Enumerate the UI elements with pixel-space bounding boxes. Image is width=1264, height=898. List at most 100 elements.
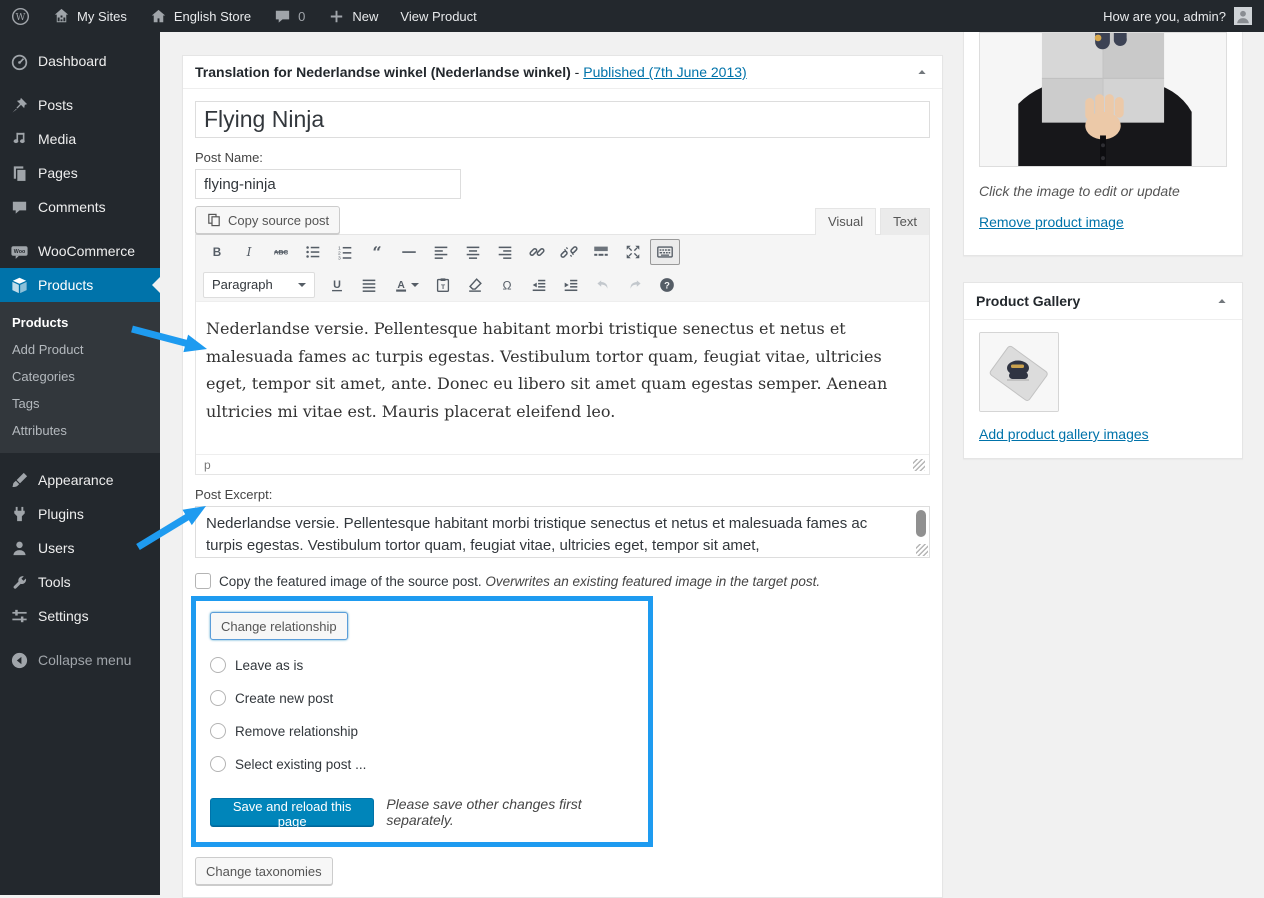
sidebar-item-pages[interactable]: Pages [0, 156, 160, 190]
copy-featured-image-row: Copy the featured image of the source po… [195, 573, 930, 589]
collapse-panel-icon[interactable] [914, 64, 930, 80]
align-center-icon [464, 243, 482, 261]
sidebar-item-posts[interactable]: Posts [0, 88, 160, 122]
admin-menu: Dashboard PostsMediaPagesComments WooWooCo… [0, 32, 160, 895]
admin-bar-my-account[interactable]: How are you, admin? [1091, 0, 1264, 32]
paste-as-text-button[interactable]: T [428, 272, 458, 298]
post-name-input[interactable] [195, 169, 461, 199]
sidebar-item-products[interactable]: Products [0, 268, 160, 302]
copy-featured-image-checkbox[interactable] [195, 573, 211, 589]
save-and-reload-button[interactable]: Save and reload this page [210, 798, 374, 826]
redo-button[interactable] [620, 272, 650, 298]
unlink-icon [560, 243, 578, 261]
paragraph-format-select[interactable]: Paragraph [203, 272, 315, 298]
submenu-item-add-product[interactable]: Add Product [0, 336, 160, 363]
menu-separator [0, 633, 160, 643]
align-center-button[interactable] [458, 239, 488, 265]
kitchen-sink-button[interactable] [650, 239, 680, 265]
horizontal-rule-button[interactable] [394, 239, 424, 265]
relationship-radio-2[interactable] [210, 723, 226, 739]
sidebar-item-collapse-menu[interactable]: Collapse menu [0, 643, 160, 677]
post-name-label: Post Name: [195, 150, 930, 165]
copy-source-post-button[interactable]: Copy source post [195, 206, 340, 234]
collapse-icon [10, 651, 29, 670]
change-taxonomies-button[interactable]: Change taxonomies [195, 857, 333, 885]
special-character-icon: Ω [498, 276, 516, 294]
site-name[interactable]: English Store [138, 0, 262, 32]
comments-shortcut[interactable]: 0 [262, 0, 316, 32]
change-relationship-button[interactable]: Change relationship [210, 612, 348, 640]
justify-button[interactable] [354, 272, 384, 298]
align-left-button[interactable] [426, 239, 456, 265]
title-input[interactable] [195, 101, 930, 138]
more-tag-button[interactable] [586, 239, 616, 265]
clear-formatting-button[interactable] [460, 272, 490, 298]
italic-button[interactable]: I [234, 239, 264, 265]
sidebar-item-woocommerce[interactable]: WooWooCommerce [0, 234, 160, 268]
tools-icon [10, 573, 29, 592]
submenu-item-tags[interactable]: Tags [0, 390, 160, 417]
published-date-link[interactable]: Published (7th June 2013) [583, 64, 746, 80]
bold-button[interactable]: B [202, 239, 232, 265]
undo-button[interactable] [588, 272, 618, 298]
bold-icon: B [208, 243, 226, 261]
add-gallery-images-link[interactable]: Add product gallery images [979, 426, 1149, 442]
submenu-item-attributes[interactable]: Attributes [0, 417, 160, 444]
featured-image-panel: Click the image to edit or update Remove… [963, 32, 1243, 256]
remove-product-image-link[interactable]: Remove product image [979, 214, 1124, 230]
view-product-label: View Product [400, 9, 476, 24]
numbered-list-button[interactable]: 123 [330, 239, 360, 265]
sidebar-item-tools[interactable]: Tools [0, 565, 160, 599]
relationship-option-label: Leave as is [235, 658, 303, 673]
sidebar-item-dashboard[interactable]: Dashboard [0, 44, 160, 78]
unlink-button[interactable] [554, 239, 584, 265]
comment-icon [273, 7, 292, 26]
link-button[interactable] [522, 239, 552, 265]
tab-visual[interactable]: Visual [815, 208, 876, 235]
sidebar-item-plugins[interactable]: Plugins [0, 497, 160, 531]
align-right-button[interactable] [490, 239, 520, 265]
sidebar-item-media[interactable]: Media [0, 122, 160, 156]
tab-text[interactable]: Text [880, 208, 930, 235]
fullscreen-icon [624, 243, 642, 261]
blockquote-button[interactable]: “ [362, 239, 392, 265]
bullet-list-button[interactable] [298, 239, 328, 265]
gallery-thumbnail[interactable] [979, 332, 1059, 412]
editor-element-path: p [204, 458, 211, 472]
new-content[interactable]: New [316, 0, 389, 32]
help-button[interactable]: ? [652, 272, 682, 298]
relationship-radio-1[interactable] [210, 690, 226, 706]
product-featured-image[interactable] [979, 32, 1227, 167]
fullscreen-button[interactable] [618, 239, 648, 265]
submenu-item-products[interactable]: Products [0, 309, 160, 336]
relationship-section: Change relationship Leave as isCreate ne… [191, 596, 653, 847]
comments-shortcut-label: 0 [298, 9, 305, 24]
submenu-item-categories[interactable]: Categories [0, 363, 160, 390]
indent-button[interactable] [556, 272, 586, 298]
outdent-button[interactable] [524, 272, 554, 298]
sidebar-item-users[interactable]: Users [0, 531, 160, 565]
strikethrough-button[interactable]: ABC [266, 239, 296, 265]
relationship-radio-0[interactable] [210, 657, 226, 673]
sidebar-item-settings[interactable]: Settings [0, 599, 160, 633]
post-excerpt-textarea[interactable]: Nederlandse versie. Pellentesque habitan… [195, 506, 930, 558]
excerpt-resize-handle[interactable] [916, 544, 928, 556]
relationship-radio-3[interactable] [210, 756, 226, 772]
sidebar-item-comments[interactable]: Comments [0, 190, 160, 224]
view-product[interactable]: View Product [389, 0, 487, 32]
text-color-button[interactable]: A [386, 272, 426, 298]
special-character-button[interactable]: Ω [492, 272, 522, 298]
underline-button[interactable]: U [322, 272, 352, 298]
scrollbar-thumb[interactable] [916, 510, 926, 537]
svg-text:W: W [16, 12, 26, 23]
editor-resize-handle[interactable] [913, 459, 925, 471]
my-sites[interactable]: My Sites [41, 0, 138, 32]
sidebar-item-appearance[interactable]: Appearance [0, 463, 160, 497]
gallery-collapse-icon[interactable] [1214, 293, 1230, 309]
clear-formatting-icon [466, 276, 484, 294]
dashboard-icon [10, 52, 29, 71]
wordpress-logo[interactable]: W [0, 0, 41, 32]
editor-content[interactable]: Nederlandse versie. Pellentesque habitan… [196, 301, 929, 454]
svg-text:2: 2 [338, 250, 341, 256]
my-sites-icon [52, 7, 71, 26]
